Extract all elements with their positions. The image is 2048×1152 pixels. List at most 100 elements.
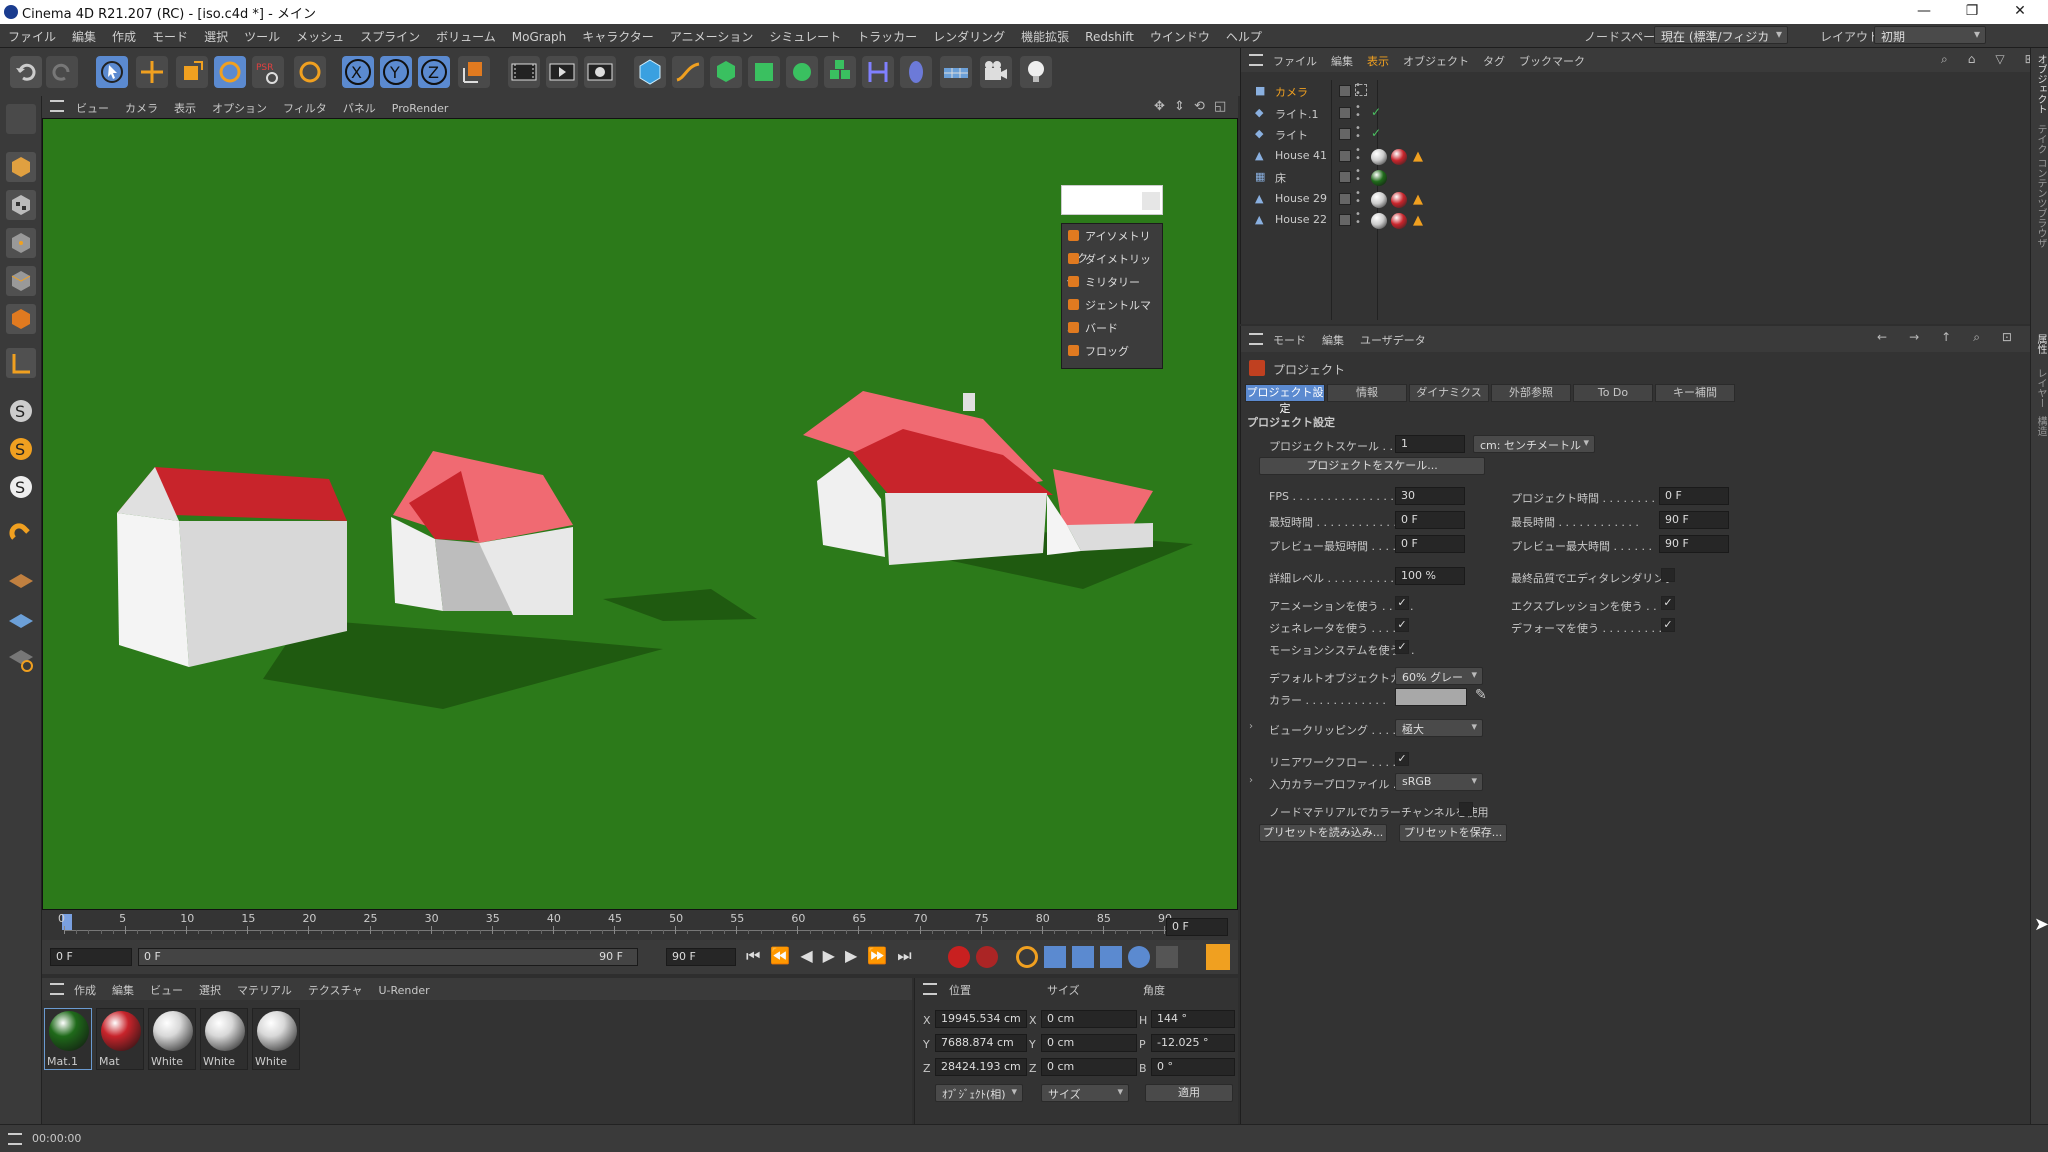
enabled-check-icon[interactable]: ✓ bbox=[1371, 126, 1381, 140]
search-icon[interactable]: ⌕ bbox=[1941, 52, 1954, 66]
vp-menu-options[interactable]: オプション bbox=[212, 102, 267, 115]
visibility-toggle-icon[interactable]: • • bbox=[1355, 145, 1361, 163]
projection-bird[interactable]: バード bbox=[1066, 318, 1160, 340]
material-tag-red-icon[interactable] bbox=[1391, 191, 1407, 208]
material-swatch[interactable]: White bbox=[252, 1008, 300, 1070]
menu-mode[interactable]: モード bbox=[152, 30, 188, 44]
material-tag-white-icon[interactable] bbox=[1371, 148, 1387, 165]
timeline-window-icon[interactable] bbox=[1206, 944, 1230, 970]
nodespace-dropdown[interactable]: 現在 (標準/フィジカル) bbox=[1654, 26, 1788, 61]
camera-icon[interactable] bbox=[980, 56, 1012, 88]
start-frame-field[interactable]: 0 F bbox=[50, 948, 132, 966]
min-time-field[interactable]: 0 F bbox=[1395, 511, 1465, 529]
key-selection-icon[interactable] bbox=[1016, 946, 1038, 968]
object-menu-icon[interactable] bbox=[1249, 54, 1263, 66]
menu-tools[interactable]: ツール bbox=[244, 30, 280, 44]
mat-menu-edit[interactable]: 編集 bbox=[112, 984, 134, 997]
vp-menu-prorender[interactable]: ProRender bbox=[392, 102, 449, 115]
key-rotation-icon[interactable] bbox=[1100, 946, 1122, 968]
make-editable-icon[interactable] bbox=[6, 104, 36, 134]
material-swatch[interactable]: White bbox=[200, 1008, 248, 1070]
key-param-icon[interactable] bbox=[1128, 946, 1150, 968]
material-tag-white-icon[interactable] bbox=[1371, 213, 1387, 229]
prev-key-icon[interactable]: ⏪ bbox=[770, 946, 800, 965]
menu-volume[interactable]: ボリューム bbox=[436, 30, 496, 44]
warning-tag-icon[interactable]: ▲ bbox=[1413, 213, 1423, 228]
preview-max-field[interactable]: 90 F bbox=[1659, 535, 1729, 553]
layout-dropdown[interactable]: 初期 bbox=[1874, 26, 1986, 44]
menu-edit[interactable]: 編集 bbox=[72, 30, 96, 44]
vp-menu-camera[interactable]: カメラ bbox=[125, 102, 158, 115]
camera-tag-icon[interactable] bbox=[1355, 84, 1367, 96]
size-y-field[interactable]: 0 cm bbox=[1041, 1034, 1137, 1052]
axis-mode-icon[interactable] bbox=[6, 348, 36, 378]
position-z-field[interactable]: 28424.193 cm bbox=[935, 1058, 1027, 1076]
tab-key-interpolation[interactable]: キー補間 bbox=[1655, 384, 1735, 402]
mat-menu-create[interactable]: 作成 bbox=[74, 984, 96, 997]
refresh-icon[interactable] bbox=[294, 56, 326, 88]
layer-toggle[interactable] bbox=[1339, 85, 1351, 97]
apply-button[interactable]: 適用 bbox=[1145, 1084, 1233, 1102]
tab-info[interactable]: 情報 bbox=[1327, 384, 1407, 402]
vp-menu-panel[interactable]: パネル bbox=[343, 102, 376, 115]
load-preset-button[interactable]: プリセットを読み込み... bbox=[1259, 824, 1387, 842]
material-swatch[interactable]: White bbox=[148, 1008, 196, 1070]
lod-field[interactable]: 100 % bbox=[1395, 567, 1465, 585]
live-select-icon[interactable] bbox=[96, 56, 128, 88]
restore-button[interactable]: ❐ bbox=[1950, 0, 1994, 24]
rotation-p-field[interactable]: -12.025 ° bbox=[1151, 1034, 1235, 1052]
visibility-toggle-icon[interactable]: • • bbox=[1355, 124, 1361, 142]
projection-isometric[interactable]: アイソメトリック bbox=[1066, 226, 1160, 265]
node-material-checkbox[interactable] bbox=[1459, 802, 1473, 816]
edges-mode-icon[interactable] bbox=[6, 266, 36, 296]
tab-dynamics[interactable]: ダイナミクス bbox=[1409, 384, 1489, 402]
use-motion-checkbox[interactable]: ✓ bbox=[1395, 640, 1409, 654]
render-view-icon[interactable] bbox=[508, 56, 540, 88]
viewport-rotate-icon[interactable]: ⟲ bbox=[1194, 99, 1210, 115]
linear-workflow-checkbox[interactable]: ✓ bbox=[1395, 752, 1409, 766]
deformer-icon[interactable] bbox=[862, 56, 894, 88]
project-time-field[interactable]: 0 F bbox=[1659, 487, 1729, 505]
visibility-toggle-icon[interactable]: • • bbox=[1355, 167, 1361, 185]
menu-render[interactable]: レンダリング bbox=[933, 30, 1005, 44]
key-pla-icon[interactable] bbox=[1156, 946, 1178, 968]
undo-icon[interactable] bbox=[10, 56, 42, 88]
grid-workplane-icon[interactable] bbox=[6, 604, 36, 634]
material-swatch[interactable]: Mat bbox=[96, 1008, 144, 1070]
visibility-toggle-icon[interactable]: • • bbox=[1355, 188, 1361, 206]
object-row[interactable]: ◆ ライト.1 • • ✓ bbox=[1255, 102, 1575, 124]
layer-toggle[interactable] bbox=[1339, 214, 1351, 226]
polygons-mode-icon[interactable] bbox=[6, 304, 36, 334]
model-mode-icon[interactable] bbox=[6, 152, 36, 182]
minimize-button[interactable]: — bbox=[1902, 0, 1946, 24]
menu-mesh[interactable]: メッシュ bbox=[296, 30, 344, 44]
rotate-icon[interactable] bbox=[214, 56, 246, 88]
next-frame-icon[interactable]: ▶ bbox=[845, 946, 867, 965]
popup-header[interactable] bbox=[1061, 185, 1163, 215]
end-frame-field[interactable]: 90 F bbox=[666, 948, 736, 966]
vp-menu-view[interactable]: ビュー bbox=[76, 102, 109, 115]
material-tag-red-icon[interactable] bbox=[1391, 148, 1407, 165]
menu-tracker[interactable]: トラッカー bbox=[857, 30, 917, 44]
record-icon[interactable] bbox=[948, 946, 970, 968]
menu-simulate[interactable]: シミュレート bbox=[769, 30, 841, 44]
viewport-maximize-icon[interactable]: ◱ bbox=[1214, 99, 1230, 115]
close-button[interactable]: ✕ bbox=[1998, 0, 2042, 24]
material-tag-red-icon[interactable] bbox=[1391, 213, 1407, 229]
attribute-menu-icon[interactable] bbox=[1249, 333, 1263, 345]
material-swatch[interactable]: Mat.1 bbox=[44, 1008, 92, 1070]
camera-projection-popup[interactable]: アイソメトリック ダイメトリック ミリタリー ジェントルマン バード フロッグ bbox=[1061, 185, 1163, 369]
coord-mode-dropdown[interactable]: ｵﾌﾞｼﾞｪｸﾄ(相) bbox=[935, 1084, 1023, 1102]
mat-menu-urender[interactable]: U-Render bbox=[378, 984, 429, 997]
view-clip-dropdown[interactable]: 極大 bbox=[1395, 719, 1483, 737]
obj-menu-view[interactable]: 表示 bbox=[1367, 55, 1389, 68]
status-menu-icon[interactable] bbox=[8, 1133, 22, 1145]
rotation-b-field[interactable]: 0 ° bbox=[1151, 1058, 1235, 1076]
autokey-icon[interactable] bbox=[976, 946, 998, 968]
use-expression-checkbox[interactable]: ✓ bbox=[1661, 596, 1675, 610]
recent-tools-icon[interactable]: PSR bbox=[252, 56, 284, 88]
side-tab-attributes[interactable]: 属性 bbox=[2033, 334, 2048, 354]
viewport-zoom-icon[interactable]: ⇕ bbox=[1174, 99, 1190, 115]
magnet-icon[interactable] bbox=[6, 518, 36, 548]
projection-dimetric[interactable]: ダイメトリック bbox=[1066, 249, 1160, 288]
